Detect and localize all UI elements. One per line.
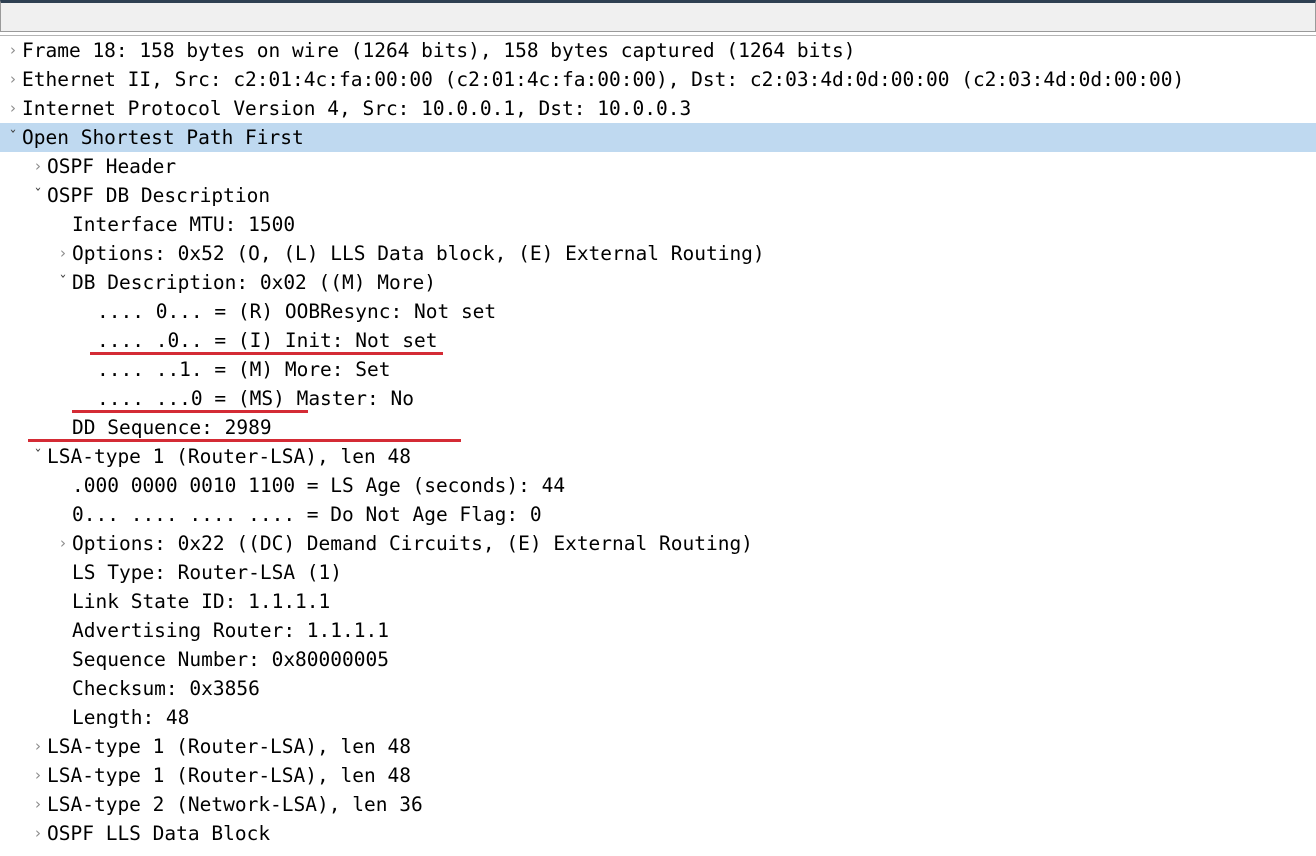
detail-tree-label: Sequence Number: 0x80000005 — [72, 648, 389, 671]
chevron-down-icon[interactable]: ˇ — [29, 442, 47, 471]
detail-tree-row[interactable]: ›0... .... .... .... = Do Not Age Flag: … — [0, 500, 1316, 529]
detail-tree-label: Options: 0x22 ((DC) Demand Circuits, (E)… — [72, 532, 753, 555]
chevron-right-icon[interactable]: › — [29, 152, 47, 181]
detail-tree-row[interactable]: › Options: 0x52 (O, (L) LLS Data block, (… — [0, 239, 1316, 268]
detail-tree-label: Link State ID: 1.1.1.1 — [72, 590, 331, 613]
detail-tree-label: Ethernet II, Src: c2:01:4c:fa:00:00 (c2:… — [22, 68, 1185, 91]
red-underline-annotation — [28, 439, 461, 442]
chevron-down-icon[interactable]: ˇ — [54, 268, 72, 297]
detail-tree-label: LSA-type 1 (Router-LSA), len 48 — [47, 764, 411, 787]
detail-tree-label: LSA-type 2 (Network-LSA), len 36 — [47, 793, 423, 816]
detail-tree-row-selected[interactable]: ˇ Open Shortest Path First — [0, 123, 1316, 152]
detail-tree-row[interactable]: › Internet Protocol Version 4, Src: 10.0.… — [0, 94, 1316, 123]
detail-tree-row[interactable]: ›.... ...0 = (MS) Master: No — [0, 384, 1316, 413]
detail-tree-row[interactable]: ›Link State ID: 1.1.1.1 — [0, 587, 1316, 616]
tree-spacer: › — [54, 587, 72, 616]
detail-tree-label: DD Sequence: 2989 — [72, 416, 272, 439]
packet-no-cell: 18 — [47, 31, 115, 32]
detail-tree-label: Checksum: 0x3856 — [72, 677, 260, 700]
detail-tree-label: Length: 48 — [72, 706, 190, 729]
detail-tree-label: LSA-type 1 (Router-LSA), len 48 — [47, 445, 411, 468]
chevron-right-icon[interactable]: › — [29, 790, 47, 819]
detail-tree-label: Internet Protocol Version 4, Src: 10.0.0… — [22, 97, 692, 120]
tree-spacer: › — [54, 413, 72, 442]
chevron-right-icon[interactable]: › — [4, 65, 22, 94]
chevron-right-icon[interactable]: › — [29, 761, 47, 790]
detail-tree-row[interactable]: › OSPF Header — [0, 152, 1316, 181]
detail-tree-label: OSPF DB Description — [47, 184, 271, 207]
detail-tree-row[interactable]: ›Advertising Router: 1.1.1.1 — [0, 616, 1316, 645]
tree-spacer: › — [79, 326, 97, 355]
detail-tree-row[interactable]: ›.000 0000 0010 1100 = LS Age (seconds):… — [0, 471, 1316, 500]
detail-tree-label: .... ...0 = (MS) Master: No — [97, 387, 414, 410]
detail-tree-row[interactable]: ˇ LSA-type 1 (Router-LSA), len 48 — [0, 442, 1316, 471]
detail-tree-label: DB Description: 0x02 ((M) More) — [72, 271, 436, 294]
chevron-right-icon[interactable]: › — [29, 819, 47, 848]
packet-detail-pane[interactable]: › Frame 18: 158 bytes on wire (1264 bits)… — [0, 35, 1316, 856]
detail-tree-label: LSA-type 1 (Router-LSA), len 48 — [47, 735, 411, 758]
packet-list-pane[interactable]: 18 05:25:22.188564 10.0.0.1 10.0.0.3 OSP… — [0, 0, 1316, 32]
tree-spacer: › — [54, 645, 72, 674]
tree-spacer: › — [54, 500, 72, 529]
detail-tree-row[interactable]: ›Length: 48 — [0, 703, 1316, 732]
tree-spacer: › — [54, 471, 72, 500]
red-underline-annotation — [90, 352, 443, 355]
detail-tree-row[interactable]: ˇ OSPF DB Description — [0, 181, 1316, 210]
detail-tree-label: .... ..1. = (M) More: Set — [97, 358, 391, 381]
tree-spacer: › — [54, 558, 72, 587]
chevron-right-icon[interactable]: › — [4, 36, 22, 65]
detail-tree-label: Open Shortest Path First — [22, 126, 304, 149]
detail-tree-row[interactable]: › Ethernet II, Src: c2:01:4c:fa:00:00 (c2… — [0, 65, 1316, 94]
detail-tree-row[interactable]: ›.... .0.. = (I) Init: Not set — [0, 326, 1316, 355]
tree-spacer: › — [79, 355, 97, 384]
detail-tree-label: Advertising Router: 1.1.1.1 — [72, 619, 389, 642]
chevron-right-icon[interactable]: › — [4, 94, 22, 123]
tree-spacer: › — [79, 297, 97, 326]
chevron-down-icon[interactable]: ˇ — [4, 123, 22, 152]
detail-tree-label: .... .0.. = (I) Init: Not set — [97, 329, 438, 352]
detail-tree-label: .... 0... = (R) OOBResync: Not set — [97, 300, 497, 323]
chevron-right-icon[interactable]: › — [54, 239, 72, 268]
detail-tree-row[interactable]: › LSA-type 2 (Network-LSA), len 36 — [0, 790, 1316, 819]
detail-tree-label: LS Type: Router-LSA (1) — [72, 561, 343, 584]
tree-spacer: › — [54, 210, 72, 239]
detail-tree-row[interactable]: ›LS Type: Router-LSA (1) — [0, 558, 1316, 587]
chevron-down-icon[interactable]: ˇ — [29, 181, 47, 210]
packet-list-row[interactable]: 18 05:25:22.188564 10.0.0.1 10.0.0.3 OSP… — [1, 3, 255, 31]
chevron-right-icon[interactable]: › — [54, 529, 72, 558]
detail-tree-row[interactable]: ›Checksum: 0x3856 — [0, 674, 1316, 703]
detail-tree-label: OSPF LLS Data Block — [47, 822, 271, 845]
detail-tree-row[interactable]: ›.... ..1. = (M) More: Set — [0, 355, 1316, 384]
tree-spacer: › — [54, 703, 72, 732]
detail-tree-label: 0... .... .... .... = Do Not Age Flag: 0 — [72, 503, 542, 526]
detail-tree-label: .000 0000 0010 1100 = LS Age (seconds): … — [72, 474, 566, 497]
detail-tree-row[interactable]: › LSA-type 1 (Router-LSA), len 48 — [0, 761, 1316, 790]
detail-tree-label: Frame 18: 158 bytes on wire (1264 bits),… — [22, 39, 856, 62]
red-underline-annotation — [72, 410, 308, 413]
detail-tree-row[interactable]: › Options: 0x22 ((DC) Demand Circuits, (E… — [0, 529, 1316, 558]
detail-tree-label: OSPF Header — [47, 155, 177, 178]
detail-tree-row[interactable]: › OSPF LLS Data Block — [0, 819, 1316, 848]
detail-tree-row[interactable]: › LSA-type 1 (Router-LSA), len 48 — [0, 732, 1316, 761]
detail-tree-label: Options: 0x52 (O, (L) LLS Data block, (E… — [72, 242, 765, 265]
detail-tree-row[interactable]: ˇ DB Description: 0x02 ((M) More) — [0, 268, 1316, 297]
detail-tree-row[interactable]: ›DD Sequence: 2989 — [0, 413, 1316, 442]
tree-spacer: › — [79, 384, 97, 413]
detail-tree-row[interactable]: › Frame 18: 158 bytes on wire (1264 bits)… — [0, 36, 1316, 65]
detail-tree-row[interactable]: ›.... 0... = (R) OOBResync: Not set — [0, 297, 1316, 326]
detail-tree-row[interactable]: ›Interface MTU: 1500 — [0, 210, 1316, 239]
chevron-right-icon[interactable]: › — [29, 732, 47, 761]
detail-tree-row[interactable]: ›Sequence Number: 0x80000005 — [0, 645, 1316, 674]
detail-tree-label: Interface MTU: 1500 — [72, 213, 296, 236]
tree-spacer: › — [54, 674, 72, 703]
tree-spacer: › — [54, 616, 72, 645]
